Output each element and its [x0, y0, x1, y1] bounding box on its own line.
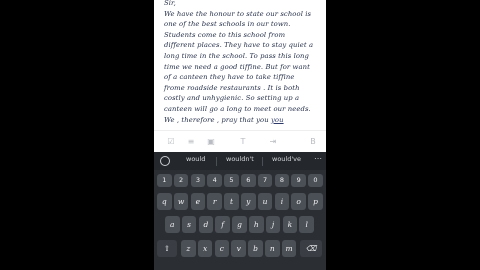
- backspace-key[interactable]: ⌫: [300, 240, 322, 257]
- image-icon[interactable]: ▣: [204, 135, 218, 149]
- note-line: frome roadside restaurants . It is both: [164, 83, 300, 92]
- checklist-icon[interactable]: ☑: [164, 135, 178, 149]
- key-y[interactable]: y: [241, 193, 256, 210]
- key-q[interactable]: q: [157, 193, 172, 210]
- key-z[interactable]: z: [181, 240, 196, 257]
- suggestion-1[interactable]: would: [186, 155, 205, 163]
- key-p[interactable]: p: [308, 193, 323, 210]
- note-line: canteen will go a long to meet our needs…: [164, 105, 311, 113]
- shift-key[interactable]: ⇧: [157, 240, 177, 257]
- note-line: one of the best schools in our town.: [164, 20, 291, 29]
- key-h[interactable]: h: [249, 216, 264, 233]
- note-line: We , therefore , pray that you you: [164, 115, 284, 124]
- key-x[interactable]: x: [197, 240, 213, 257]
- note-line: Students come to this school from: [164, 30, 286, 39]
- key-a[interactable]: a: [165, 216, 180, 233]
- key-c[interactable]: c: [214, 240, 230, 257]
- bold-icon[interactable]: B: [306, 135, 320, 149]
- key-w[interactable]: w: [173, 193, 189, 210]
- key-t[interactable]: t: [224, 193, 239, 210]
- key-7[interactable]: 7: [257, 174, 273, 187]
- emoji-icon[interactable]: [160, 156, 170, 166]
- note-line: We have the honour to state our school i…: [164, 9, 312, 18]
- key-b[interactable]: b: [248, 240, 263, 257]
- phone-screen: Sir, We have the honour to state our scho…: [154, 0, 326, 270]
- key-6[interactable]: 6: [241, 174, 256, 187]
- key-e[interactable]: e: [190, 193, 206, 210]
- key-0[interactable]: 0: [308, 174, 323, 187]
- note-editor[interactable]: Sir, We have the honour to state our scho…: [154, 0, 326, 130]
- suggestion-divider: [262, 157, 263, 166]
- key-u[interactable]: u: [257, 193, 273, 210]
- key-s[interactable]: s: [181, 216, 197, 233]
- note-line: long time in the school. To pass this lo…: [164, 52, 309, 60]
- indent-icon[interactable]: ⇥: [266, 135, 280, 149]
- suggestion-bar: would wouldn't would've ⋯: [154, 152, 326, 170]
- key-n[interactable]: n: [265, 240, 280, 257]
- key-d[interactable]: d: [198, 216, 214, 233]
- note-line: of a canteen they have to take tiffine: [164, 73, 295, 82]
- key-3[interactable]: 3: [190, 174, 206, 187]
- key-l[interactable]: l: [299, 216, 314, 233]
- key-j[interactable]: j: [265, 216, 281, 233]
- key-4[interactable]: 4: [207, 174, 222, 187]
- suggestion-2[interactable]: wouldn't: [226, 155, 254, 163]
- key-v[interactable]: v: [231, 240, 246, 257]
- suggestion-3[interactable]: would've: [272, 155, 301, 163]
- key-o[interactable]: o: [291, 193, 306, 210]
- key-r[interactable]: r: [207, 193, 222, 210]
- suggestion-divider: [216, 157, 217, 166]
- key-5[interactable]: 5: [224, 174, 239, 187]
- key-g[interactable]: g: [232, 216, 247, 233]
- key-2[interactable]: 2: [173, 174, 189, 187]
- cursor-word: you: [270, 115, 284, 124]
- note-line: costly and unhygienic. So setting up a: [164, 94, 300, 103]
- note-line: time we need a good tiffine. But for wan…: [164, 62, 310, 71]
- list-icon[interactable]: ≡: [184, 135, 198, 149]
- keyboard: would wouldn't would've ⋯ 1234567890 qwer…: [154, 152, 326, 270]
- format-toolbar: ☑ ≡ ▣ T ⇥ B: [154, 130, 326, 153]
- note-line: different places. They have to stay quie…: [164, 41, 314, 50]
- text-format-icon[interactable]: T: [236, 135, 250, 149]
- key-f[interactable]: f: [215, 216, 230, 233]
- key-k[interactable]: k: [282, 216, 298, 233]
- key-m[interactable]: m: [281, 240, 297, 257]
- key-i[interactable]: i: [274, 193, 290, 210]
- more-icon[interactable]: ⋯: [314, 154, 322, 163]
- key-9[interactable]: 9: [291, 174, 306, 187]
- key-8[interactable]: 8: [274, 174, 290, 187]
- key-1[interactable]: 1: [157, 174, 172, 187]
